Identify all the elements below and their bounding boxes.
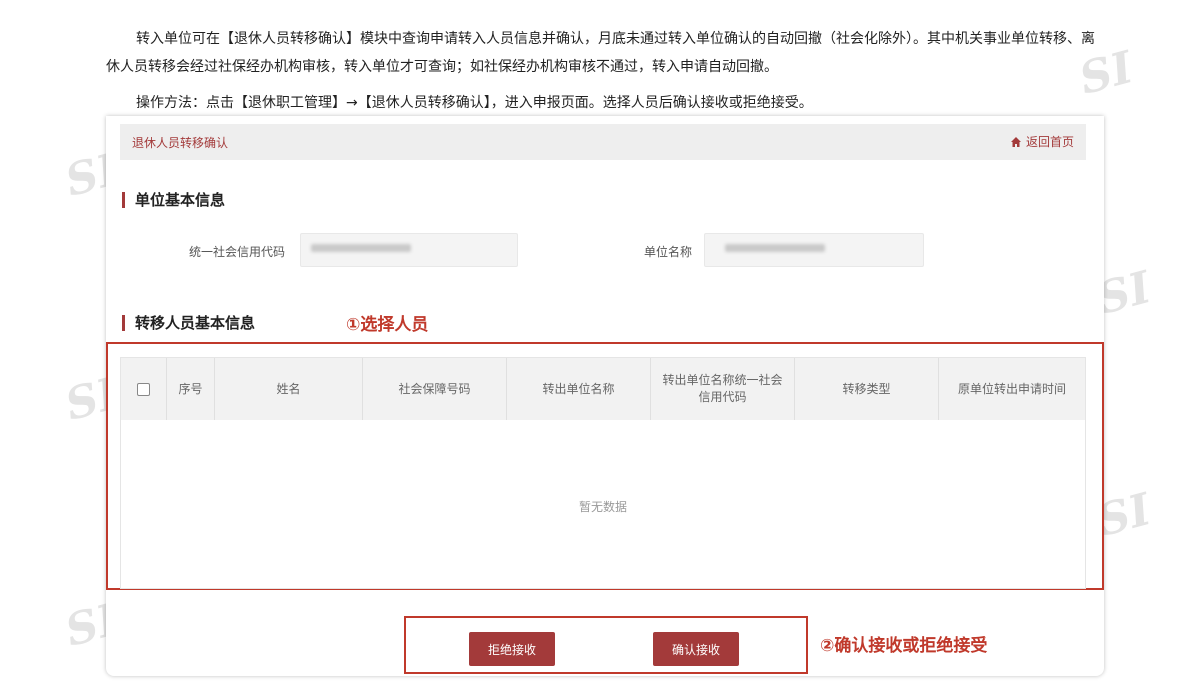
redacted-value — [311, 244, 411, 252]
intro-paragraph-1: 转入单位可在【退休人员转移确认】模块中查询申请转入人员信息并确认，月底未通过转入… — [106, 31, 1095, 75]
app-screenshot: 退休人员转移确认 返回首页 单位基本信息 统一社会信用代码 单位名称 转移人员基… — [106, 116, 1104, 676]
home-link-label: 返回首页 — [1025, 135, 1074, 149]
unit-name-label: 单位名称 — [644, 245, 693, 259]
col-header-index: 序号 — [167, 358, 215, 420]
unit-name-field[interactable] — [704, 233, 924, 267]
col-header-name: 姓名 — [215, 358, 363, 420]
section-title-unit-info: 单位基本信息 — [122, 192, 225, 208]
home-icon — [1010, 136, 1021, 147]
annotation-frame-buttons — [404, 616, 808, 674]
confirm-button[interactable]: 确认接收 — [653, 632, 739, 666]
col-header-from-unit: 转出单位名称 — [507, 358, 651, 420]
section-title-transfer-info: 转移人员基本信息 — [122, 315, 255, 331]
col-header-from-unit-code: 转出单位名称统一社会信用代码 — [651, 358, 795, 420]
annotation-step-2: ②确认接收或拒绝接受 — [820, 636, 988, 656]
redacted-value — [725, 244, 825, 252]
empty-state: 暂无数据 — [578, 500, 627, 514]
select-all-checkbox[interactable] — [137, 382, 150, 396]
col-header-transfer-type: 转移类型 — [795, 358, 939, 420]
transfer-table: 序号 姓名 社会保障号码 转出单位名称 转出单位名称统一社会信用代码 转移类型 … — [120, 357, 1086, 589]
reject-button[interactable]: 拒绝接收 — [469, 632, 555, 666]
intro-paragraph-2: 操作方法：点击【退休职工管理】→【退休人员转移确认】，进入申报页面。选择人员后确… — [136, 95, 813, 111]
col-header-ssn: 社会保障号码 — [363, 358, 507, 420]
breadcrumb[interactable]: 退休人员转移确认 — [132, 134, 228, 151]
top-bar: 退休人员转移确认 返回首页 — [120, 124, 1086, 160]
annotation-step-1: ①选择人员 — [346, 315, 429, 335]
table-header: 序号 姓名 社会保障号码 转出单位名称 转出单位名称统一社会信用代码 转移类型 … — [121, 358, 1085, 420]
credit-code-label: 统一社会信用代码 — [189, 245, 286, 259]
credit-code-field[interactable] — [300, 233, 518, 267]
select-all-cell[interactable] — [121, 358, 167, 420]
col-header-apply-time: 原单位转出申请时间 — [957, 381, 1066, 396]
home-link[interactable]: 返回首页 — [1010, 133, 1074, 150]
